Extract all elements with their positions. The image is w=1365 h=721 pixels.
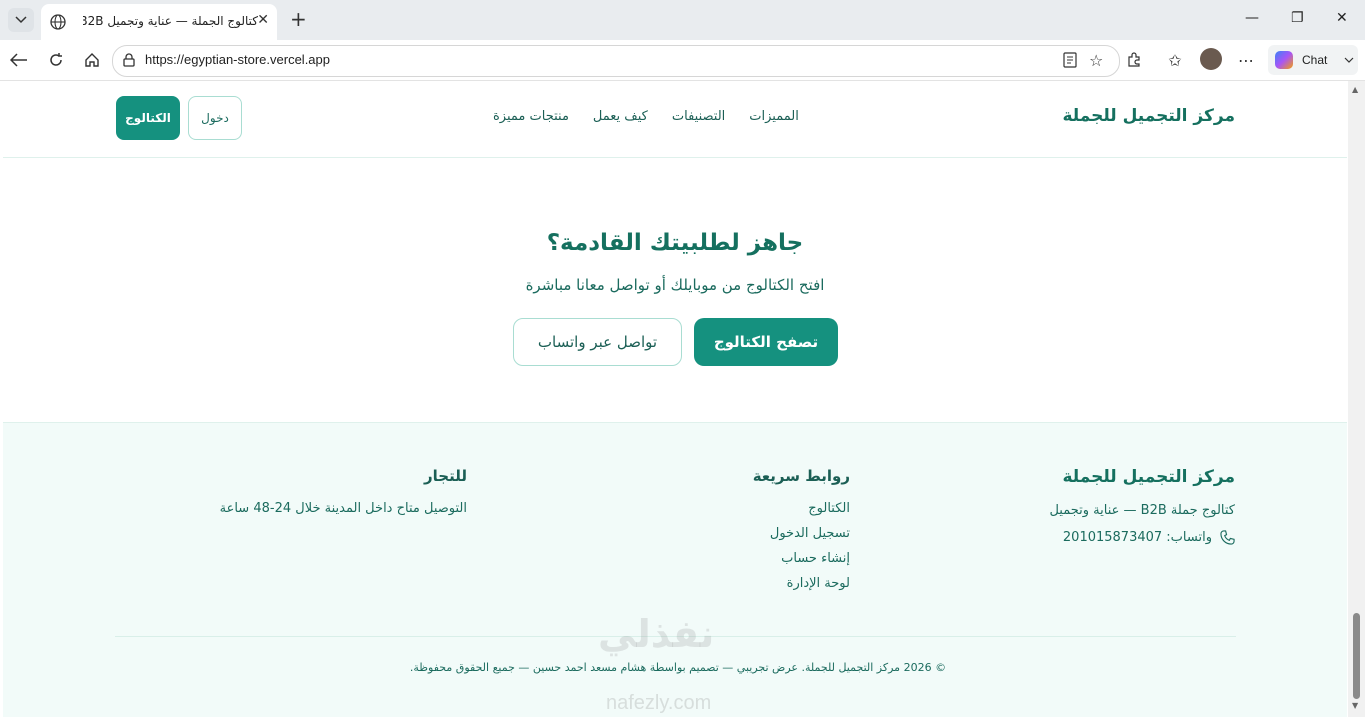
footer-copyright: © 2026 مركز التجميل للجملة. عرض تجريبي —… — [409, 661, 947, 674]
footer-links-column: روابط سريعة الكتالوج تسجيل الدخول إنشاء … — [753, 467, 850, 591]
url-text: https://egyptian-store.vercel.app — [145, 52, 330, 67]
footer-tagline: كتالوج جملة B2B — عناية وتجميل — [1049, 503, 1235, 518]
close-tab-icon[interactable]: ✕ — [257, 12, 269, 28]
browser-tabbar: كتالوج الجملة — عناية وتجميل B2B ✕ + — ❐… — [0, 0, 1365, 40]
phone-icon — [1220, 530, 1235, 545]
nav-features[interactable]: المميزات — [749, 109, 799, 124]
site-header: مركز التجميل للجملة المميزات التصنيفات ك… — [3, 81, 1347, 158]
footer-brand: مركز التجميل للجملة — [1062, 467, 1235, 487]
footer-brand-column: مركز التجميل للجملة كتالوج جملة B2B — عن… — [1049, 467, 1235, 545]
reader-mode-icon[interactable] — [1063, 52, 1077, 72]
chevron-down-icon — [1344, 57, 1354, 63]
scroll-up-icon[interactable]: ▲ — [1352, 85, 1358, 94]
site-brand[interactable]: مركز التجميل للجملة — [1062, 106, 1235, 126]
main-nav: المميزات التصنيفات كيف يعمل منتجات مميزة — [493, 109, 799, 124]
whatsapp-number: واتساب: 201015873407 — [1062, 530, 1212, 545]
copilot-icon — [1275, 51, 1293, 69]
scroll-down-icon[interactable]: ▼ — [1352, 701, 1358, 710]
browser-tab[interactable]: كتالوج الجملة — عناية وتجميل B2B ✕ — [41, 4, 277, 40]
chevron-down-icon — [15, 16, 27, 24]
chat-button[interactable]: Chat — [1268, 45, 1358, 75]
site-footer: مركز التجميل للجملة كتالوج جملة B2B — عن… — [3, 422, 1347, 717]
close-window-button[interactable]: ✕ — [1336, 10, 1348, 26]
chat-label: Chat — [1302, 53, 1328, 67]
back-icon[interactable] — [8, 49, 30, 71]
new-tab-button[interactable]: + — [290, 9, 307, 29]
address-bar[interactable]: https://egyptian-store.vercel.app ☆ — [112, 45, 1120, 77]
cta-heading: جاهز لطلبيتك القادمة؟ — [546, 230, 804, 256]
minimize-button[interactable]: — — [1245, 10, 1259, 26]
tab-list-button[interactable] — [8, 8, 34, 32]
footer-merchants-column: للتجار التوصيل متاح داخل المدينة خلال 24… — [220, 467, 467, 516]
footer-merchants-text: التوصيل متاح داخل المدينة خلال 24-48 ساع… — [219, 501, 467, 516]
lock-icon — [123, 53, 135, 67]
whatsapp-contact-button[interactable]: تواصل عبر واتساب — [513, 318, 682, 366]
footer-merchants-title: للتجار — [424, 467, 467, 485]
globe-icon — [50, 14, 66, 30]
cta-subtitle: افتح الكتالوج من موبايلك أو تواصل معانا … — [525, 276, 825, 294]
footer-whatsapp[interactable]: واتساب: 201015873407 — [1049, 530, 1235, 545]
catalog-button[interactable]: الكتالوج — [116, 96, 180, 140]
favorite-star-icon[interactable]: ☆ — [1089, 51, 1103, 70]
watermark-latin: nafezly.com — [606, 692, 712, 714]
profile-avatar[interactable] — [1200, 48, 1222, 70]
favorites-icon[interactable]: ✩ — [1164, 49, 1186, 71]
nav-categories[interactable]: التصنيفات — [672, 109, 725, 124]
browse-catalog-button[interactable]: تصفح الكتالوج — [694, 318, 838, 366]
login-button[interactable]: دخول — [188, 96, 242, 140]
footer-link-admin[interactable]: لوحة الإدارة — [753, 576, 850, 591]
scrollbar-thumb[interactable] — [1353, 613, 1360, 699]
restore-button[interactable]: ❐ — [1291, 10, 1304, 26]
more-options-icon[interactable]: ⋯ — [1235, 49, 1257, 71]
home-icon[interactable] — [81, 49, 103, 71]
tab-title: كتالوج الجملة — عناية وتجميل B2B — [83, 14, 258, 28]
footer-link-register[interactable]: إنشاء حساب — [753, 551, 850, 566]
footer-link-catalog[interactable]: الكتالوج — [753, 501, 850, 516]
browser-toolbar: https://egyptian-store.vercel.app ☆ ✩ ⋯ … — [0, 40, 1365, 81]
footer-link-login[interactable]: تسجيل الدخول — [753, 526, 850, 541]
cta-section: جاهز لطلبيتك القادمة؟ افتح الكتالوج من م… — [3, 158, 1347, 422]
footer-links-title: روابط سريعة — [752, 467, 850, 485]
refresh-icon[interactable] — [45, 49, 67, 71]
page-scrollbar[interactable]: ▲ ▼ — [1348, 81, 1365, 717]
nav-featured-products[interactable]: منتجات مميزة — [493, 109, 569, 124]
watermark-arabic: نفذلي — [598, 612, 715, 656]
extensions-icon[interactable] — [1123, 49, 1145, 71]
nav-how-it-works[interactable]: كيف يعمل — [593, 109, 648, 124]
